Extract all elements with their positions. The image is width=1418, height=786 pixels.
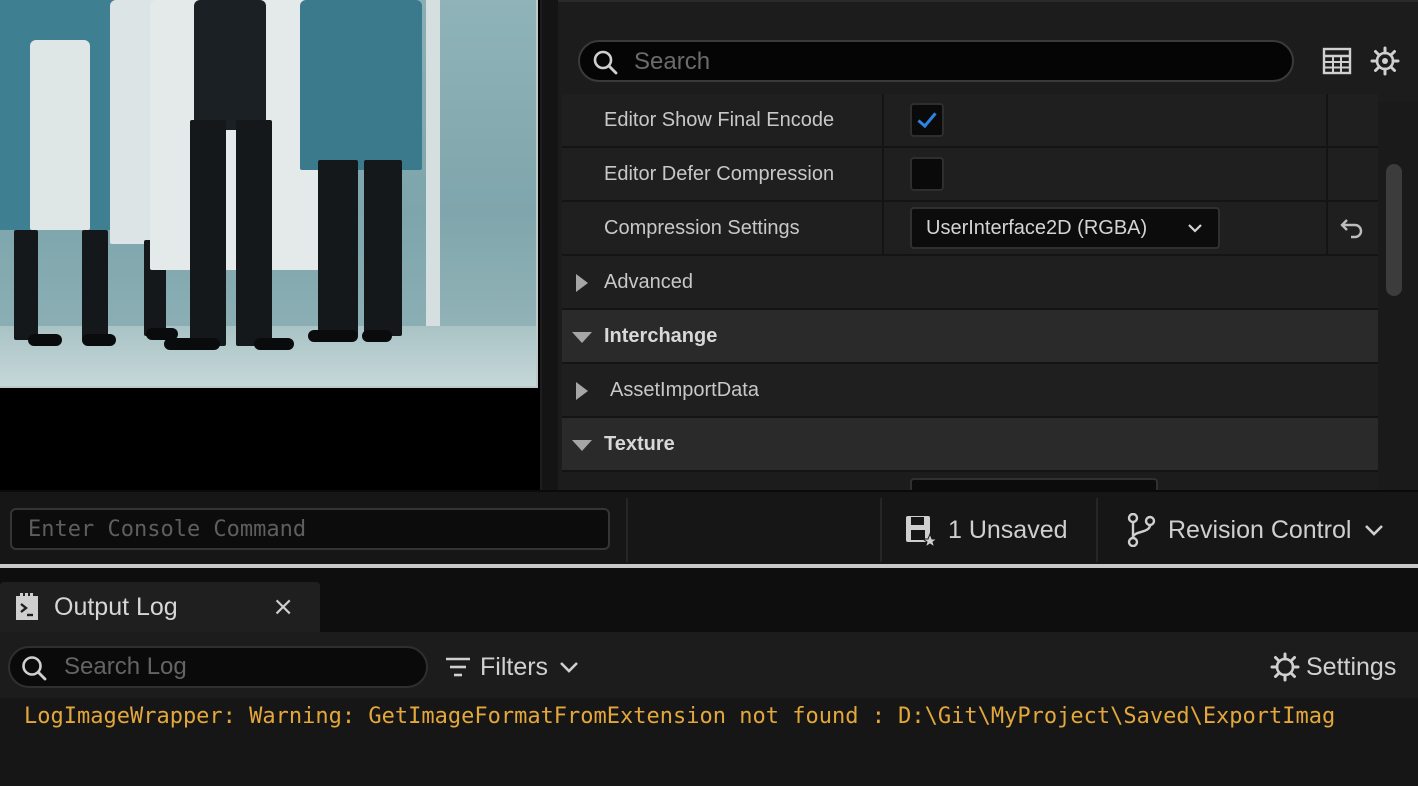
- branch-icon: [1127, 513, 1156, 547]
- property-label: Editor Show Final Encode: [562, 94, 884, 146]
- compression-settings-dropdown[interactable]: UserInterface2D (RGBA): [910, 207, 1220, 249]
- output-log-icon: [16, 593, 38, 620]
- property-label: Compression Settings: [562, 202, 884, 254]
- table-view-icon[interactable]: [1322, 46, 1352, 76]
- details-scrollbar[interactable]: [1378, 102, 1418, 492]
- log-output-area[interactable]: LogImageWrapper: Warning: GetImageFormat…: [0, 698, 1418, 786]
- tab-label: Output Log: [54, 592, 178, 621]
- category-label: Interchange: [604, 324, 718, 347]
- output-log-body: Filters Settings LogImag: [0, 632, 1418, 786]
- category-texture[interactable]: Texture: [562, 418, 1378, 472]
- property-value-cell: [884, 148, 1328, 200]
- details-search-input[interactable]: [634, 48, 1274, 76]
- reset-to-default-button[interactable]: [1328, 202, 1376, 254]
- reset-cell: [1328, 94, 1376, 146]
- status-divider: [880, 498, 882, 562]
- log-search-input[interactable]: [64, 653, 414, 681]
- reset-arrow-icon: [1340, 219, 1363, 239]
- revision-control-button[interactable]: Revision Control: [1126, 492, 1385, 568]
- save-disk-icon: [906, 516, 938, 546]
- reset-cell: [1328, 148, 1376, 200]
- editor-window: Editor Show Final Encode Editor Defer Co…: [0, 0, 1418, 786]
- details-panel: Editor Show Final Encode Editor Defer Co…: [558, 0, 1418, 492]
- editor-defer-compression-checkbox[interactable]: [910, 157, 944, 191]
- property-label: Editor Defer Compression: [562, 148, 884, 200]
- filters-button[interactable]: Filters: [444, 646, 580, 688]
- settings-label: Settings: [1306, 652, 1397, 681]
- group-label: Advanced: [604, 270, 693, 293]
- collapse-arrow-icon: [572, 332, 592, 343]
- viewport[interactable]: [0, 0, 540, 490]
- console-command-box[interactable]: [10, 508, 610, 550]
- unsaved-label: 1 Unsaved: [948, 515, 1068, 544]
- settings-button[interactable]: Settings: [1270, 646, 1396, 688]
- search-icon: [22, 656, 47, 681]
- collapse-arrow-icon: [572, 440, 592, 451]
- log-search-box[interactable]: [8, 646, 428, 688]
- details-search-box[interactable]: [578, 40, 1294, 82]
- filter-icon: [446, 657, 470, 677]
- property-group-assetimportdata[interactable]: AssetImportData: [562, 364, 1378, 418]
- figure-person-4: [300, 0, 430, 360]
- chevron-down-icon: [1365, 525, 1384, 536]
- console-command-input[interactable]: [12, 510, 608, 548]
- property-group-advanced[interactable]: Advanced: [562, 256, 1378, 310]
- gear-icon: [1270, 652, 1300, 682]
- category-label: Texture: [604, 432, 675, 455]
- filters-label: Filters: [480, 652, 549, 681]
- details-scrollbar-thumb[interactable]: [1386, 164, 1402, 296]
- status-divider: [626, 498, 628, 562]
- chevron-down-icon: [1188, 224, 1202, 233]
- status-bar: 1 Unsaved Revision Control: [0, 490, 1418, 566]
- property-row-editor-defer-compression: Editor Defer Compression: [562, 148, 1378, 202]
- chevron-down-icon: [560, 662, 578, 673]
- check-icon: [917, 107, 937, 129]
- category-interchange[interactable]: Interchange: [562, 310, 1378, 364]
- property-value-cell: [884, 94, 1328, 146]
- panel-splitter[interactable]: [540, 0, 558, 490]
- property-value-cell: UserInterface2D (RGBA): [884, 202, 1328, 254]
- revision-control-label: Revision Control: [1168, 515, 1352, 544]
- viewport-preview-image: [0, 0, 538, 388]
- search-icon: [593, 50, 618, 75]
- tab-output-log[interactable]: Output Log ×: [0, 582, 320, 632]
- gear-icon[interactable]: [1370, 46, 1400, 76]
- close-tab-button[interactable]: ×: [272, 592, 294, 622]
- expand-arrow-icon: [576, 274, 588, 292]
- dropdown-selected-value: UserInterface2D (RGBA): [926, 216, 1148, 239]
- log-line-warning: LogImageWrapper: Warning: GetImageFormat…: [24, 704, 1336, 729]
- expand-arrow-icon: [576, 382, 588, 400]
- editor-show-final-encode-checkbox[interactable]: [910, 103, 944, 137]
- output-log-panel: Output Log × Filters: [0, 568, 1418, 786]
- unsaved-button[interactable]: 1 Unsaved: [904, 492, 1068, 568]
- property-row-editor-show-final-encode: Editor Show Final Encode: [562, 94, 1378, 148]
- status-divider: [1096, 498, 1098, 562]
- property-row-compression-settings: Compression Settings UserInterface2D (RG…: [562, 202, 1378, 256]
- group-label: AssetImportData: [610, 378, 759, 401]
- figure-person-3: [150, 0, 320, 360]
- property-list: Editor Show Final Encode Editor Defer Co…: [562, 94, 1378, 492]
